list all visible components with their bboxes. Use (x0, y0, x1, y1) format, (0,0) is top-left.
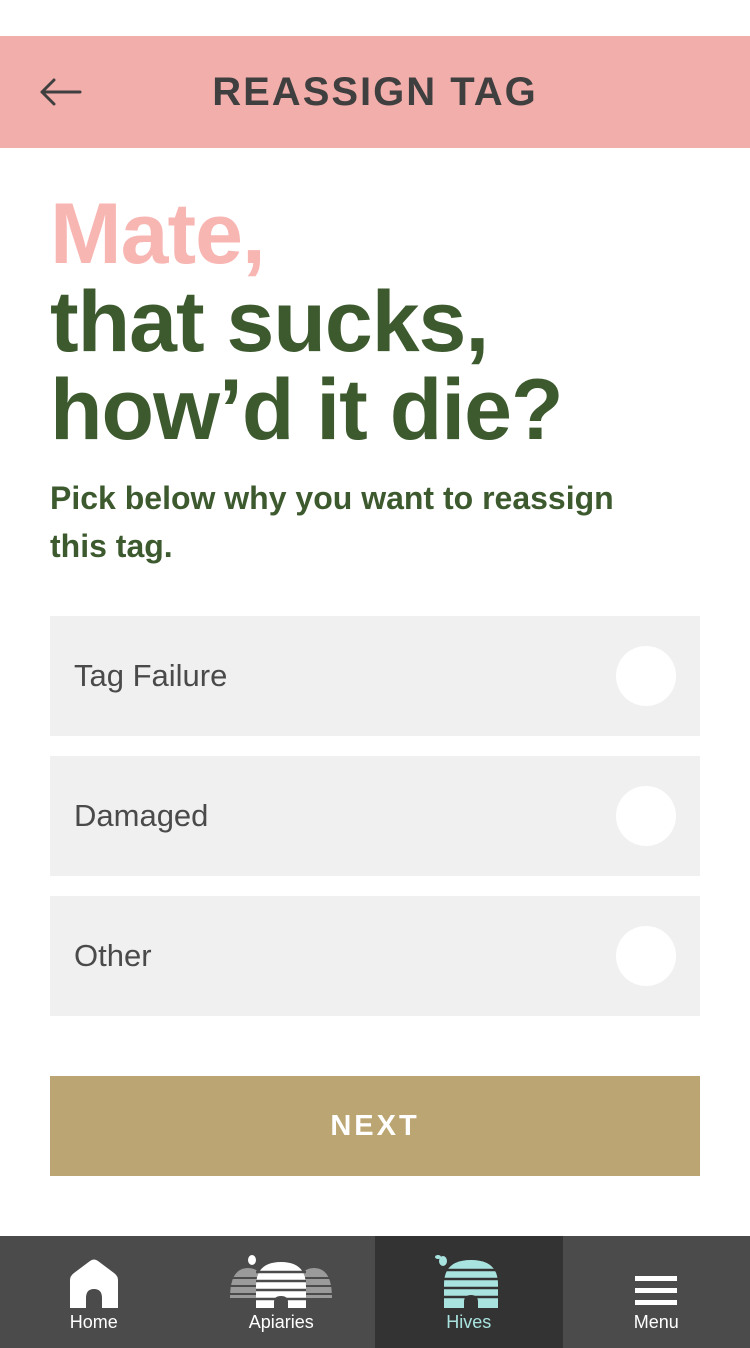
option-label: Other (74, 938, 152, 973)
radio-button[interactable] (616, 646, 676, 706)
bottom-tab-bar: Home Apiaries Hives Menu (0, 1236, 750, 1348)
headline: Mate, that sucks, how’d it die? (50, 190, 730, 454)
radio-button[interactable] (616, 786, 676, 846)
hive-icon (434, 1255, 498, 1308)
tab-label: Menu (633, 1312, 679, 1332)
tab-home[interactable]: Home (0, 1236, 188, 1348)
status-bar (0, 0, 750, 36)
page-title: REASSIGN TAG (212, 70, 538, 114)
option-damaged[interactable]: Damaged (50, 756, 700, 876)
tab-label: Hives (446, 1312, 492, 1332)
tab-label: Apiaries (248, 1312, 314, 1332)
menu-icon (635, 1276, 678, 1305)
apiaries-icon (230, 1255, 333, 1308)
headline-line-1: Mate, (50, 186, 266, 282)
next-button[interactable]: NEXT (50, 1076, 700, 1176)
headline-line-3: how’d it die? (50, 362, 564, 458)
tab-hives[interactable]: Hives (375, 1236, 563, 1348)
option-tag-failure[interactable]: Tag Failure (50, 616, 700, 736)
tab-apiaries[interactable]: Apiaries (188, 1236, 376, 1348)
tab-label: Home (69, 1312, 118, 1332)
radio-button[interactable] (616, 926, 676, 986)
instructions-text: Pick below why you want to reassign this… (50, 480, 614, 564)
header-bar: REASSIGN TAG (0, 36, 750, 148)
home-icon (69, 1259, 118, 1308)
headline-line-2: that sucks, (50, 274, 489, 370)
option-label: Damaged (74, 798, 209, 833)
tab-menu[interactable]: Menu (563, 1236, 750, 1348)
option-other[interactable]: Other (50, 896, 700, 1016)
option-label: Tag Failure (74, 658, 228, 693)
